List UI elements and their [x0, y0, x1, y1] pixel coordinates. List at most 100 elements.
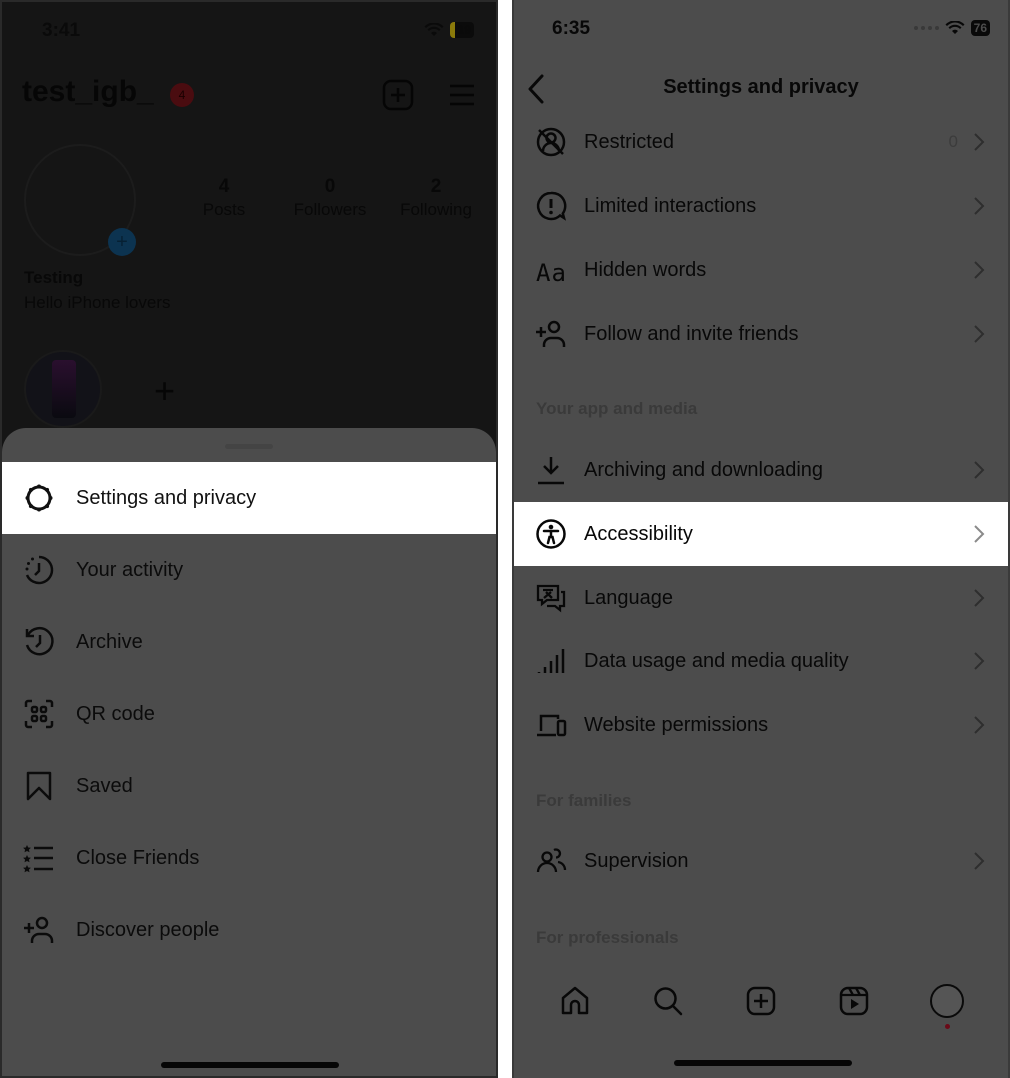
download-icon — [534, 453, 568, 487]
supervision-icon — [534, 844, 568, 878]
activity-icon — [22, 553, 56, 587]
profile-display-name: Testing — [24, 268, 84, 287]
tab-search[interactable] — [648, 981, 688, 1021]
settings-item-restricted[interactable]: Restricted 0 — [514, 110, 1008, 174]
sheet-drag-handle[interactable] — [225, 444, 273, 449]
settings-item-data-usage[interactable]: Data usage and media quality — [514, 629, 1008, 693]
stat-label: Posts — [202, 200, 246, 219]
bookmark-icon — [22, 769, 56, 803]
menu-bottom-sheet: Settings and privacy Your activity Archi… — [2, 428, 496, 1076]
chevron-right-icon — [974, 197, 985, 215]
settings-item-hidden-words[interactable]: Aa Hidden words — [514, 238, 1008, 302]
accessibility-icon — [534, 517, 568, 551]
status-time: 6:35 — [552, 18, 591, 39]
menu-item-archive[interactable]: Archive — [2, 606, 496, 678]
section-header: For professionals — [536, 928, 679, 947]
qr-code-icon — [22, 697, 56, 731]
settings-item-label: Archiving and downloading — [584, 458, 824, 481]
settings-item-label: Language — [584, 586, 673, 609]
language-icon — [534, 581, 568, 615]
menu-item-label: QR code — [76, 702, 155, 725]
chevron-left-icon — [528, 74, 544, 104]
reels-icon — [839, 986, 869, 1016]
highlight-thumbnail — [52, 360, 76, 418]
stat-value: 4 — [218, 176, 230, 197]
signal-dots-icon — [913, 26, 939, 30]
settings-item-website-permissions[interactable]: Website permissions — [514, 693, 1008, 757]
nav-header: Settings and privacy — [514, 72, 1008, 108]
chevron-right-icon — [974, 133, 985, 151]
settings-item-label: Website permissions — [584, 713, 769, 736]
menu-item-label: Saved — [76, 774, 133, 797]
menu-item-settings-and-privacy[interactable]: Settings and privacy — [2, 462, 496, 534]
settings-item-label: Data usage and media quality — [584, 649, 849, 672]
chevron-right-icon — [974, 525, 985, 543]
add-story-icon[interactable]: + — [108, 228, 136, 256]
close-friends-list-icon — [22, 841, 56, 875]
settings-item-label: Limited interactions — [584, 194, 757, 217]
stat-label: Following — [400, 200, 472, 219]
tab-home[interactable] — [555, 981, 595, 1021]
settings-item-language[interactable]: Language — [514, 566, 1008, 630]
add-person-icon — [22, 913, 56, 947]
home-indicator[interactable] — [161, 1062, 339, 1068]
signal-bars-icon — [534, 644, 568, 678]
section-header: For families — [536, 791, 632, 810]
menu-item-label: Settings and privacy — [76, 486, 257, 509]
settings-item-label: Hidden words — [584, 258, 707, 281]
settings-item-archiving-and-downloading[interactable]: Archiving and downloading — [514, 438, 1008, 502]
right-phone-screen: 6:35 76 Settings and privacy Restricted … — [512, 0, 1010, 1078]
settings-item-supervision[interactable]: Supervision — [514, 829, 1008, 893]
tab-profile[interactable] — [927, 981, 967, 1029]
home-indicator[interactable] — [674, 1060, 852, 1066]
menu-item-close-friends[interactable]: Close Friends — [2, 822, 496, 894]
chevron-right-icon — [974, 652, 985, 670]
hamburger-menu-icon[interactable] — [446, 79, 478, 111]
menu-item-label: Your activity — [76, 558, 184, 581]
archive-icon — [22, 625, 56, 659]
chevron-right-icon — [974, 261, 985, 279]
battery-level: 76 — [970, 20, 990, 36]
wifi-icon — [945, 21, 965, 34]
page-title: Settings and privacy — [663, 76, 859, 98]
menu-item-label: Close Friends — [76, 846, 200, 869]
chevron-right-icon — [974, 589, 985, 607]
profile-username: test_igb_ — [22, 75, 154, 108]
chevron-right-icon — [974, 325, 985, 343]
left-phone-screen: 3:41 19 test_igb_ 4 + 4 Posts 0 Follower… — [0, 0, 498, 1078]
bottom-tab-bar — [514, 976, 1008, 1029]
settings-item-limited-interactions[interactable]: Limited interactions — [514, 174, 1008, 238]
battery-level: 19 — [449, 22, 474, 38]
restricted-icon — [534, 125, 568, 159]
restricted-count: 0 — [948, 132, 958, 151]
settings-item-accessibility[interactable]: Accessibility — [514, 502, 1008, 566]
settings-item-label: Restricted — [584, 130, 675, 153]
menu-item-discover-people[interactable]: Discover people — [2, 894, 496, 966]
notification-dot — [945, 1024, 951, 1029]
stat-value: 0 — [324, 176, 336, 197]
menu-item-qr-code[interactable]: QR code — [2, 678, 496, 750]
menu-item-saved[interactable]: Saved — [2, 750, 496, 822]
settings-item-follow-and-invite[interactable]: Follow and invite friends — [514, 302, 1008, 366]
chevron-right-icon — [974, 716, 985, 734]
stat-label: Followers — [293, 200, 367, 219]
back-button[interactable] — [522, 72, 552, 106]
menu-item-your-activity[interactable]: Your activity — [2, 534, 496, 606]
tab-create[interactable] — [741, 981, 781, 1021]
create-post-icon[interactable] — [382, 79, 414, 111]
add-person-icon — [534, 317, 568, 351]
stat-following[interactable]: 2 Following — [386, 176, 486, 220]
menu-item-label: Discover people — [76, 918, 220, 941]
notification-badge[interactable]: 4 — [170, 83, 194, 107]
limited-interactions-icon — [534, 189, 568, 223]
stat-posts[interactable]: 4 Posts — [174, 176, 274, 220]
status-time: 3:41 — [42, 20, 81, 41]
create-post-icon — [746, 986, 776, 1016]
tab-reels[interactable] — [834, 981, 874, 1021]
settings-item-label: Supervision — [584, 849, 689, 872]
stat-value: 2 — [430, 176, 442, 197]
search-icon — [654, 987, 683, 1016]
story-highlight[interactable] — [24, 350, 102, 428]
add-highlight-button[interactable]: + — [154, 370, 175, 412]
stat-followers[interactable]: 0 Followers — [280, 176, 380, 220]
